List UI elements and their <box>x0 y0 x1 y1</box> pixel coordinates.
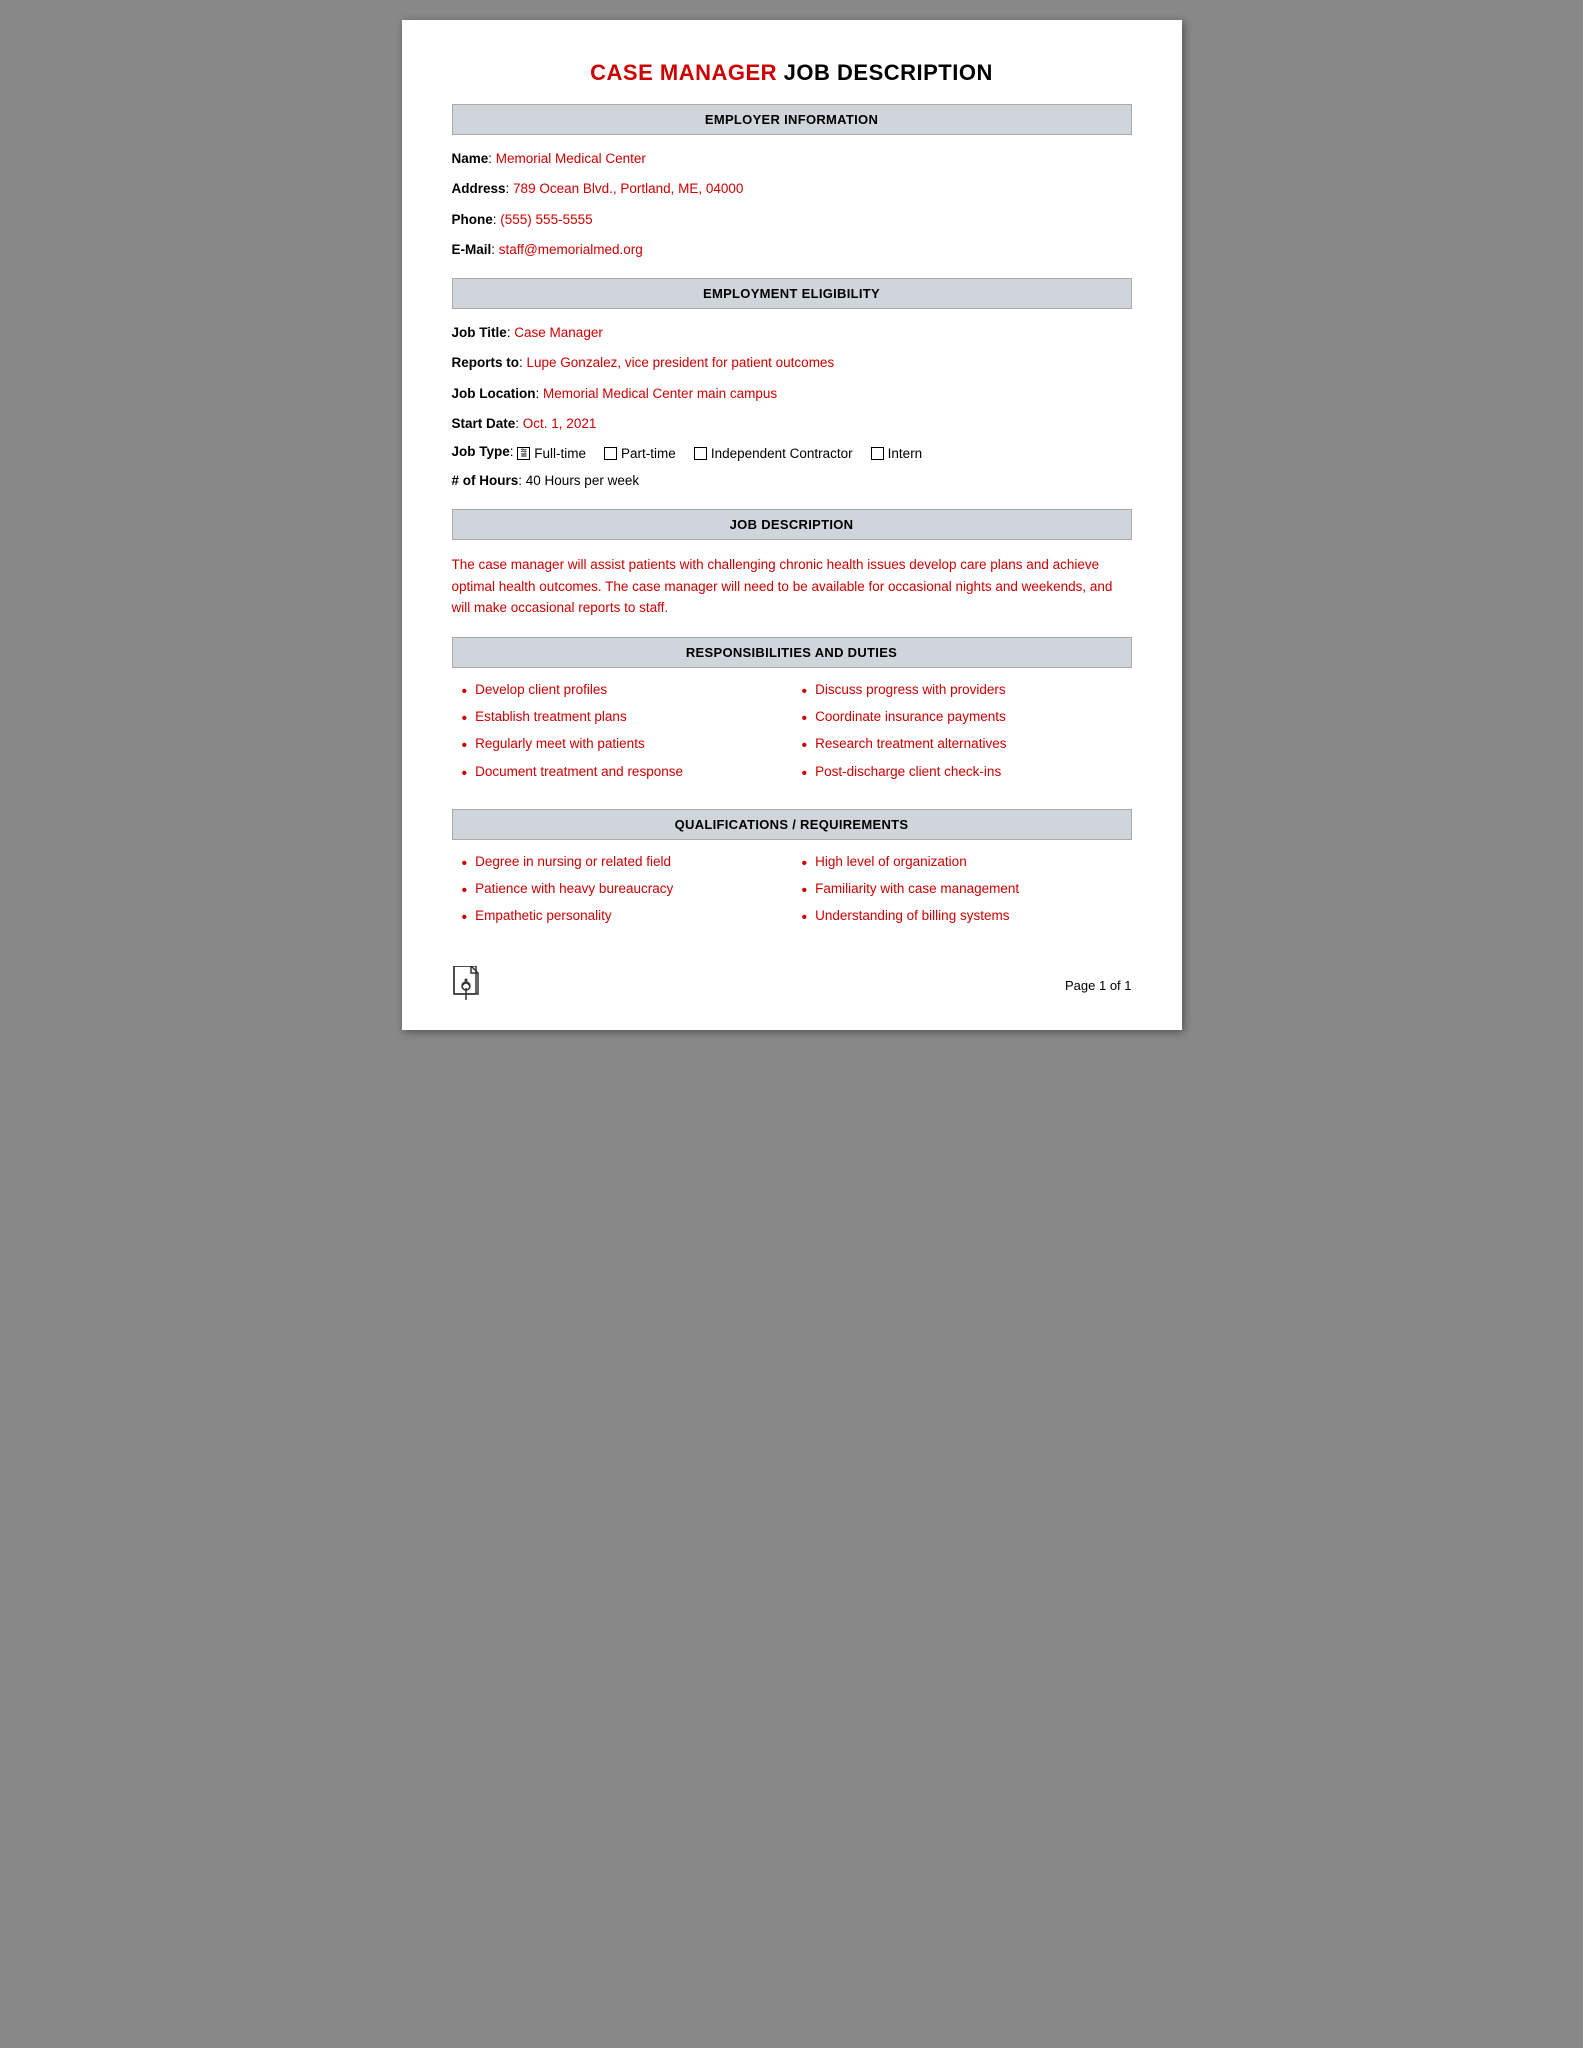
footer-logo-icon <box>452 966 480 1005</box>
reports-label: Reports to <box>452 355 520 370</box>
fulltime-checkbox: ⩰ <box>517 447 530 460</box>
job-title-line: Job Title: Case Manager <box>452 323 1132 343</box>
location-label: Job Location <box>452 386 536 401</box>
list-item: Develop client profiles <box>462 682 792 701</box>
job-type-line: Job Type: ⩰ Full-time Part-time Independ… <box>452 444 1132 461</box>
parttime-option: Part-time <box>604 446 676 461</box>
responsibilities-section: RESPONSIBILITIES AND DUTIES Develop clie… <box>452 637 1132 791</box>
list-item: Patience with heavy bureaucracy <box>462 881 792 900</box>
job-description-text: The case manager will assist patients wi… <box>452 554 1132 619</box>
intern-label: Intern <box>888 446 923 461</box>
start-date-line: Start Date: Oct. 1, 2021 <box>452 414 1132 434</box>
job-desc-section: JOB DESCRIPTION The case manager will as… <box>452 509 1132 619</box>
responsibilities-list: Develop client profiles Establish treatm… <box>452 682 1132 791</box>
parttime-label: Part-time <box>621 446 676 461</box>
qualifications-left-col: Degree in nursing or related field Patie… <box>452 854 792 936</box>
name-value: Memorial Medical Center <box>496 151 646 166</box>
address-value: 789 Ocean Blvd., Portland, ME, 04000 <box>513 181 743 196</box>
employment-section: EMPLOYMENT ELIGIBILITY Job Title: Case M… <box>452 278 1132 491</box>
list-item: Degree in nursing or related field <box>462 854 792 873</box>
list-item: Establish treatment plans <box>462 709 792 728</box>
responsibilities-right-list: Discuss progress with providers Coordina… <box>802 682 1132 783</box>
contractor-label: Independent Contractor <box>711 446 853 461</box>
email-label: E-Mail <box>452 242 492 257</box>
email-value: staff@memorialmed.org <box>499 242 643 257</box>
intern-option: Intern <box>871 446 923 461</box>
document-footer: Page 1 of 1 <box>452 966 1132 1005</box>
name-label: Name <box>452 151 489 166</box>
qualifications-left-list: Degree in nursing or related field Patie… <box>462 854 792 928</box>
employer-name-line: Name: Memorial Medical Center <box>452 149 1132 169</box>
list-item: Document treatment and response <box>462 764 792 783</box>
job-title-label: Job Title <box>452 325 507 340</box>
reports-value: Lupe Gonzalez, vice president for patien… <box>527 355 835 370</box>
phone-value: (555) 555-5555 <box>500 212 592 227</box>
employer-info: Name: Memorial Medical Center Address: 7… <box>452 149 1132 260</box>
hours-label: # of Hours <box>452 473 519 488</box>
qualifications-section: QUALIFICATIONS / REQUIREMENTS Degree in … <box>452 809 1132 936</box>
list-item: Familiarity with case management <box>802 881 1132 900</box>
reports-to-line: Reports to: Lupe Gonzalez, vice presiden… <box>452 353 1132 373</box>
qualifications-right-col: High level of organization Familiarity w… <box>792 854 1132 936</box>
list-item: High level of organization <box>802 854 1132 873</box>
employer-header: EMPLOYER INFORMATION <box>452 104 1132 135</box>
location-value: Memorial Medical Center main campus <box>543 386 777 401</box>
contractor-checkbox <box>694 447 707 460</box>
responsibilities-header: RESPONSIBILITIES AND DUTIES <box>452 637 1132 668</box>
employer-email-line: E-Mail: staff@memorialmed.org <box>452 240 1132 260</box>
hours-line: # of Hours: 40 Hours per week <box>452 471 1132 491</box>
fulltime-label: Full-time <box>534 446 586 461</box>
list-item: Understanding of billing systems <box>802 908 1132 927</box>
qualifications-right-list: High level of organization Familiarity w… <box>802 854 1132 928</box>
job-type-label: Job Type <box>452 444 510 459</box>
hours-value: 40 Hours per week <box>526 473 639 488</box>
list-item: Discuss progress with providers <box>802 682 1132 701</box>
responsibilities-left-list: Develop client profiles Establish treatm… <box>462 682 792 783</box>
page-number: Page 1 of 1 <box>1065 978 1132 993</box>
qualifications-header: QUALIFICATIONS / REQUIREMENTS <box>452 809 1132 840</box>
title-red-part: CASE MANAGER <box>590 60 777 85</box>
location-line: Job Location: Memorial Medical Center ma… <box>452 384 1132 404</box>
list-item: Empathetic personality <box>462 908 792 927</box>
document-page: CASE MANAGER JOB DESCRIPTION EMPLOYER IN… <box>402 20 1182 1030</box>
list-item: Post-discharge client check-ins <box>802 764 1132 783</box>
employment-header: EMPLOYMENT ELIGIBILITY <box>452 278 1132 309</box>
employment-info: Job Title: Case Manager Reports to: Lupe… <box>452 323 1132 491</box>
intern-checkbox <box>871 447 884 460</box>
contractor-option: Independent Contractor <box>694 446 853 461</box>
qualifications-list: Degree in nursing or related field Patie… <box>452 854 1132 936</box>
address-label: Address <box>452 181 506 196</box>
list-item: Research treatment alternatives <box>802 736 1132 755</box>
employer-section: EMPLOYER INFORMATION Name: Memorial Medi… <box>452 104 1132 260</box>
employer-address-line: Address: 789 Ocean Blvd., Portland, ME, … <box>452 179 1132 199</box>
fulltime-option: ⩰ Full-time <box>517 446 586 461</box>
job-desc-header: JOB DESCRIPTION <box>452 509 1132 540</box>
start-date-value: Oct. 1, 2021 <box>523 416 597 431</box>
employer-phone-line: Phone: (555) 555-5555 <box>452 210 1132 230</box>
page-title: CASE MANAGER JOB DESCRIPTION <box>452 60 1132 86</box>
phone-label: Phone <box>452 212 493 227</box>
parttime-checkbox <box>604 447 617 460</box>
job-title-value: Case Manager <box>514 325 603 340</box>
responsibilities-right-col: Discuss progress with providers Coordina… <box>792 682 1132 791</box>
list-item: Coordinate insurance payments <box>802 709 1132 728</box>
title-black-part: JOB DESCRIPTION <box>777 60 993 85</box>
checkbox-group: ⩰ Full-time Part-time Independent Contra… <box>517 446 922 461</box>
list-item: Regularly meet with patients <box>462 736 792 755</box>
start-date-label: Start Date <box>452 416 516 431</box>
responsibilities-left-col: Develop client profiles Establish treatm… <box>452 682 792 791</box>
